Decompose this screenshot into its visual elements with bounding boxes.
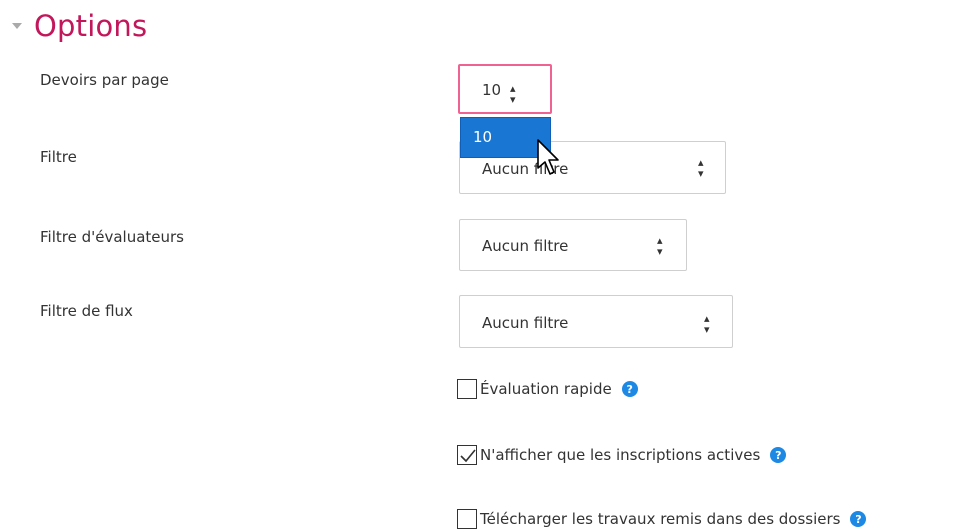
collapse-icon[interactable] <box>12 23 22 29</box>
download-folders-checkbox[interactable] <box>457 509 477 529</box>
quick-grading-checkbox[interactable] <box>457 379 477 399</box>
select-arrow-icon: ▴ ▾ <box>704 312 710 336</box>
per-page-select[interactable]: 10 ▴ ▾ <box>458 64 552 114</box>
dropdown-option-10[interactable]: 10 <box>473 128 492 146</box>
help-icon[interactable]: ? <box>770 447 787 463</box>
section-title: Options <box>34 9 148 43</box>
select-arrow-icon: ▴ ▾ <box>698 156 704 180</box>
section-header[interactable]: Options <box>6 6 147 46</box>
per-page-value: 10 <box>482 81 502 99</box>
active-only-checkbox[interactable] <box>457 445 477 465</box>
help-icon[interactable]: ? <box>850 511 867 527</box>
quick-grading-row[interactable]: Évaluation rapide ? <box>457 379 638 399</box>
check-icon <box>460 449 476 463</box>
workflow-filter-value: Aucun filtre <box>482 314 569 332</box>
select-arrow-icon: ▴ ▾ <box>510 82 516 106</box>
help-icon[interactable]: ? <box>621 381 638 397</box>
marker-filter-value: Aucun filtre <box>482 237 569 255</box>
download-folders-label[interactable]: Télécharger les travaux remis dans des d… <box>480 510 840 528</box>
active-only-label[interactable]: N'afficher que les inscriptions actives <box>480 446 760 464</box>
mouse-pointer-icon <box>537 139 559 175</box>
marker-filter-label: Filtre d'évaluateurs <box>40 228 184 246</box>
select-arrow-icon: ▴ ▾ <box>657 234 663 258</box>
download-folders-row[interactable]: Télécharger les travaux remis dans des d… <box>457 509 867 529</box>
per-page-label: Devoirs par page <box>40 71 169 89</box>
quick-grading-label[interactable]: Évaluation rapide <box>480 380 612 398</box>
marker-filter-select[interactable]: Aucun filtre ▴ ▾ <box>459 219 687 271</box>
workflow-filter-label: Filtre de flux <box>40 302 133 320</box>
workflow-filter-select[interactable]: Aucun filtre ▴ ▾ <box>459 295 733 348</box>
active-only-row[interactable]: N'afficher que les inscriptions actives … <box>457 445 787 465</box>
filter-label: Filtre <box>40 148 77 166</box>
